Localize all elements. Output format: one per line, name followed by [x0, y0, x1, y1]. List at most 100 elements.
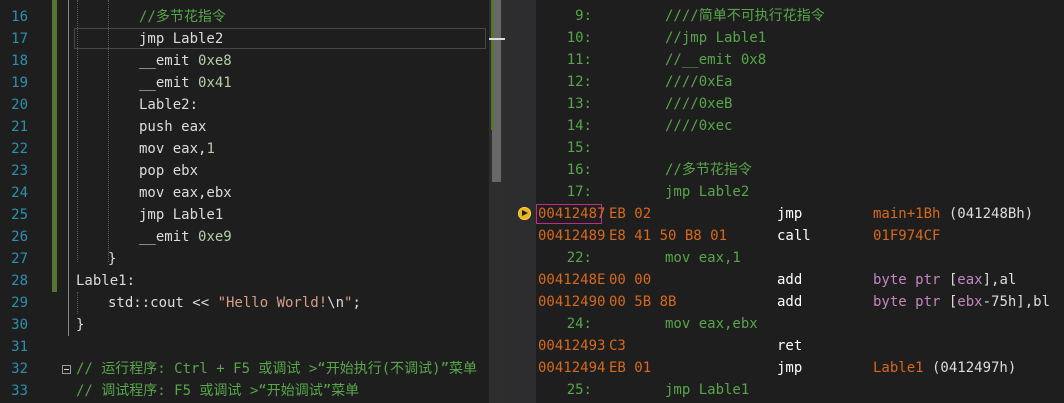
outline-guide: [68, 270, 69, 336]
line-number: 26: [11, 229, 28, 245]
line-number: 30: [11, 317, 28, 333]
code-token: __emit: [139, 75, 199, 91]
instruction-opcode: add: [777, 272, 803, 288]
source-annotation-row[interactable]: 22: mov eax,1: [536, 247, 1064, 269]
code-line[interactable]: __emit 0xe8: [139, 50, 232, 72]
source-line-number: 25:: [566, 382, 592, 398]
code-line[interactable]: }: [108, 248, 116, 270]
source-line-text: ////0xeB: [665, 96, 733, 112]
source-line-number: 10:: [566, 30, 592, 46]
line-number: 21: [11, 119, 28, 135]
collapse-minus-icon[interactable]: [62, 365, 71, 374]
code-line[interactable]: __emit 0xe9: [139, 226, 232, 248]
line-number: 31: [11, 339, 28, 355]
line-number: 24: [11, 185, 28, 201]
instruction-opcode: jmp: [777, 360, 803, 376]
source-annotation-row[interactable]: 24: mov eax,ebx: [536, 313, 1064, 335]
code-line[interactable]: }: [76, 314, 84, 336]
line-number: 22: [11, 141, 28, 157]
instruction-row[interactable]: 00412493 C3 ret: [536, 335, 1064, 357]
code-line[interactable]: // 调试程序: F5 或调试 >“开始调试”菜单: [76, 380, 359, 402]
code-token: jmp Lable1: [139, 207, 224, 223]
scrollbar-caret-marker: [489, 38, 505, 40]
source-line-text: jmp Lable2: [665, 184, 750, 200]
disassembly-pane[interactable]: 9: ////简单不可执行花指令 10: //jmp Lable1 11: //__emi…: [536, 0, 1064, 403]
source-line-text: ////0xec: [665, 118, 733, 134]
instruction-row[interactable]: 0041248E 00 00 add byte ptr [eax],al: [536, 269, 1064, 291]
code-token: }: [108, 251, 117, 267]
instruction-bytes: 00 5B 8B: [609, 294, 677, 310]
instruction-row[interactable]: 00412490 00 5B 8B add byte ptr [ebx-75h],bl: [536, 291, 1064, 313]
code-line[interactable]: push eax: [139, 116, 206, 138]
instruction-row[interactable]: 00412489 E8 41 50 B8 01 call 01F974CF: [536, 225, 1064, 247]
code-token: 0x41: [198, 75, 232, 91]
source-annotation-row[interactable]: 12: ////0xEa: [536, 71, 1064, 93]
line-number: 27: [11, 251, 28, 267]
indent-guide: [77, 292, 78, 314]
source-annotation-row[interactable]: 25: jmp Lable1: [536, 379, 1064, 401]
code-line[interactable]: Lable2:: [139, 94, 198, 116]
operand-token: Lable1: [873, 360, 924, 376]
operand-token: main+1Bh: [873, 206, 941, 222]
source-editor-pane[interactable]: 16 //多节花指令 17 jmp Lable2 18 __emit 0xe8 19 __em…: [0, 0, 505, 403]
code-line[interactable]: jmp Lable2: [139, 28, 223, 50]
code-token: Lable2:: [139, 97, 199, 113]
code-token: }: [76, 317, 85, 333]
source-line-number: 13:: [566, 96, 592, 112]
source-line-number: 16:: [566, 162, 592, 178]
source-line-text: ////简单不可执行花指令: [665, 8, 825, 24]
operand-token: byte ptr: [873, 272, 949, 288]
source-line-number: 14:: [566, 118, 592, 134]
vertical-scrollbar[interactable]: [489, 0, 505, 403]
line-number: 33: [11, 383, 28, 399]
code-line[interactable]: mov eax,ebx: [139, 182, 232, 204]
source-annotation-row[interactable]: 10: //jmp Lable1: [536, 27, 1064, 49]
code-line[interactable]: jmp Lable1: [139, 204, 223, 226]
source-annotation-row[interactable]: 17: jmp Lable2: [536, 181, 1064, 203]
line-number: 16: [11, 9, 28, 25]
source-line-number: 17:: [566, 184, 592, 200]
instruction-bytes: EB 01: [609, 360, 652, 376]
visual-studio-debugger: 16 //多节花指令 17 jmp Lable2 18 __emit 0xe8 19 __em…: [0, 0, 1064, 403]
source-annotation-row[interactable]: 9: ////简单不可执行花指令: [536, 5, 1064, 27]
instruction-operand: Lable1 (0412497h): [873, 357, 1016, 379]
code-line[interactable]: //多节花指令: [139, 6, 226, 28]
code-token: __emit: [139, 229, 199, 245]
source-annotation-row[interactable]: 15:: [536, 137, 1064, 159]
source-annotation-row[interactable]: 11: //__emit 0x8: [536, 49, 1064, 71]
source-annotation-row[interactable]: 16: //多节花指令: [536, 159, 1064, 181]
source-annotation-row[interactable]: 13: ////0xeB: [536, 93, 1064, 115]
disassembly-indicator-margin[interactable]: [510, 0, 536, 403]
instruction-bytes: EB 02: [609, 206, 652, 222]
scrollbar-change-marker: [491, 0, 494, 130]
code-line[interactable]: std::cout << "Hello World!\n";: [108, 292, 361, 314]
line-number: 25: [11, 207, 28, 223]
operand-token: ebx: [957, 294, 983, 310]
source-line-number: 22:: [566, 250, 592, 266]
code-token: std::cout <<: [108, 295, 218, 311]
instruction-opcode: call: [777, 228, 811, 244]
instruction-row[interactable]: 00412494 EB 01 jmp Lable1 (0412497h): [536, 357, 1064, 379]
current-instruction-row[interactable]: 00412487 EB 02 jmp main+1Bh (041248Bh): [536, 203, 1064, 225]
source-line-text: jmp Lable1: [665, 382, 750, 398]
code-token: 0xe8: [198, 53, 232, 69]
code-token: "Hello World!: [217, 295, 328, 311]
outline-guide: [68, 0, 69, 270]
line-number: 28: [11, 273, 28, 289]
source-line-number: 11:: [566, 52, 592, 68]
code-token: //多节花指令: [139, 9, 226, 25]
instruction-pointer-arrow-icon[interactable]: [518, 207, 531, 220]
source-annotation-row[interactable]: 14: ////0xec: [536, 115, 1064, 137]
code-line[interactable]: __emit 0x41: [139, 72, 232, 94]
code-line[interactable]: Lable1:: [76, 270, 135, 292]
code-token: jmp Lable2: [139, 31, 224, 47]
code-line[interactable]: pop ebx: [139, 160, 198, 182]
code-token: mov eax,ebx: [139, 185, 232, 201]
operand-token: (0412497h): [923, 360, 1017, 376]
instruction-address: 00412490: [538, 294, 606, 310]
line-number: 32: [11, 361, 28, 377]
code-token: mov eax,: [139, 141, 207, 157]
operand-token: ],al: [982, 272, 1017, 288]
code-line[interactable]: // 运行程序: Ctrl + F5 或调试 >“开始执行(不调试)”菜单: [76, 358, 477, 380]
code-line[interactable]: mov eax,1: [139, 138, 215, 160]
